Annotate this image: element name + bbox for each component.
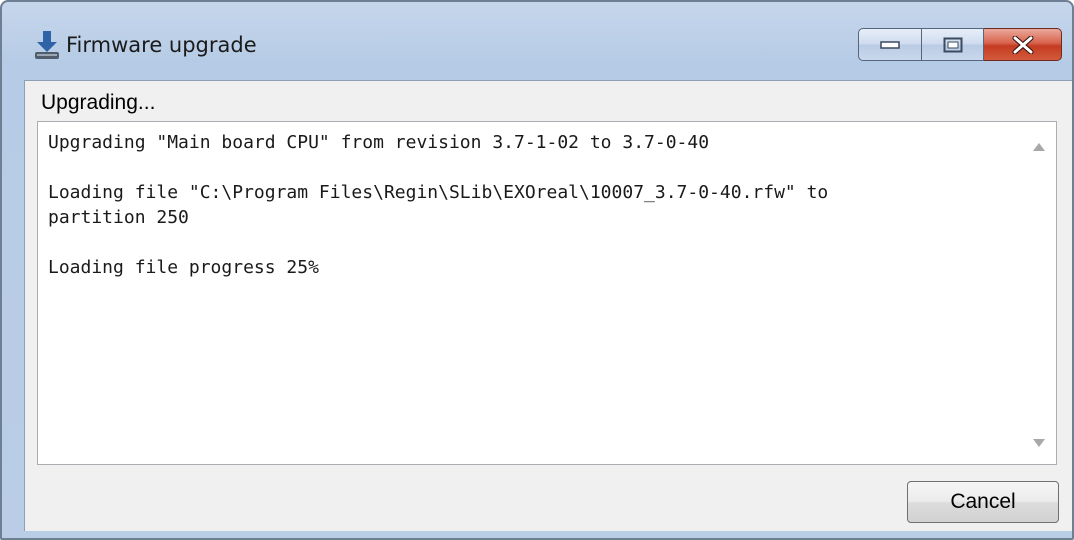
status-label: Upgrading... [41,91,156,114]
window-title: Firmware upgrade [66,33,257,57]
scroll-down-arrow-icon[interactable] [1032,438,1046,448]
log-textarea[interactable]: Upgrading "Main board CPU" from revision… [37,121,1057,465]
download-arrow-icon [35,31,59,59]
maximize-button[interactable] [922,28,984,61]
cancel-button[interactable]: Cancel [907,481,1059,523]
title-bar[interactable]: Firmware upgrade [2,2,1072,78]
minimize-icon [880,40,900,49]
maximize-icon [943,37,962,52]
minimize-button[interactable] [858,28,922,61]
log-text: Upgrading "Main board CPU" from revision… [48,132,829,278]
close-icon [1012,35,1033,54]
close-button[interactable] [984,28,1062,61]
dialog-body: Upgrading... Upgrading "Main board CPU" … [24,80,1072,531]
firmware-upgrade-window: Firmware upgrade Upgrading... Upgrading … [0,0,1074,540]
scroll-up-arrow-icon[interactable] [1032,142,1046,152]
